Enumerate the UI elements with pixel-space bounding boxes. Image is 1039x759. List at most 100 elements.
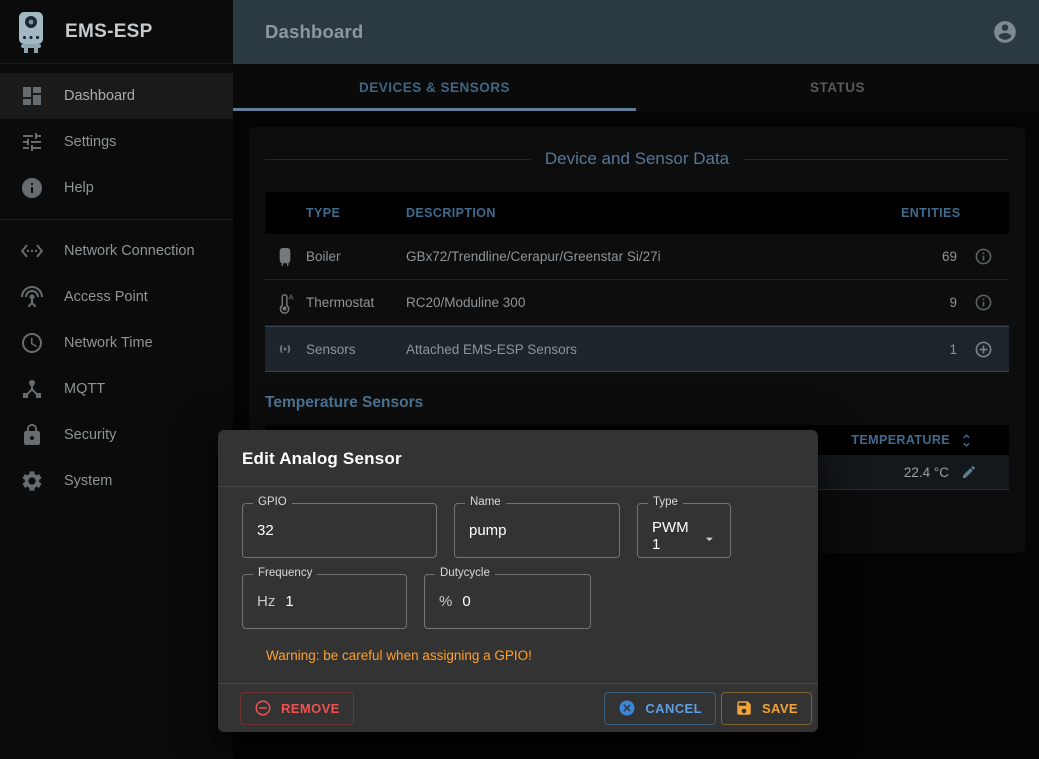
name-field[interactable]: Name pump xyxy=(454,503,620,558)
sidebar-item-system[interactable]: System xyxy=(0,458,233,504)
app-brand: EMS-ESP xyxy=(65,21,153,43)
field-row-2: Frequency Hz 1 Dutycycle % 0 xyxy=(242,574,794,629)
sidebar-item-label: Network Time xyxy=(64,335,153,351)
remove-button-label: REMOVE xyxy=(281,701,340,716)
edit-icon[interactable] xyxy=(961,464,977,480)
sidebar-item-label: Network Connection xyxy=(64,243,195,259)
dutycycle-value: 0 xyxy=(462,593,470,610)
dialog-content: GPIO 32 Name pump Type PWM 1 Frequency H… xyxy=(218,503,818,663)
legend-line xyxy=(265,159,531,160)
section-legend: Device and Sensor Data xyxy=(265,147,1009,171)
sidebar-item-label: System xyxy=(64,473,112,489)
dutycycle-unit: % xyxy=(439,593,452,610)
cancel-button-label: CANCEL xyxy=(645,701,702,716)
clock-icon xyxy=(20,331,44,355)
frequency-field[interactable]: Frequency Hz 1 xyxy=(242,574,407,629)
account-icon[interactable] xyxy=(992,19,1018,45)
sidebar: EMS-ESP Dashboard Settings Help Network … xyxy=(0,0,233,759)
chevron-down-icon xyxy=(701,529,718,549)
gpio-label: GPIO xyxy=(253,496,292,508)
mqtt-icon xyxy=(20,377,44,401)
frequency-label: Frequency xyxy=(253,567,317,579)
name-value: pump xyxy=(469,522,507,539)
device-type: Thermostat xyxy=(306,295,406,310)
sidebar-item-security[interactable]: Security xyxy=(0,412,233,458)
gpio-field[interactable]: GPIO 32 xyxy=(242,503,437,558)
info-icon[interactable] xyxy=(974,293,993,312)
sidebar-item-help[interactable]: Help xyxy=(0,165,233,211)
dialog-title: Edit Analog Sensor xyxy=(218,430,818,487)
topbar: Dashboard xyxy=(233,0,1039,64)
sidebar-header: EMS-ESP xyxy=(0,0,233,64)
boiler-icon xyxy=(274,246,296,268)
col-header-temperature: TEMPERATURE xyxy=(851,433,950,447)
sort-icon[interactable] xyxy=(958,432,975,449)
save-icon xyxy=(735,699,753,717)
sidebar-item-label: Access Point xyxy=(64,289,148,305)
tab-bar: DEVICES & SENSORS STATUS xyxy=(233,64,1039,111)
sidebar-item-settings[interactable]: Settings xyxy=(0,119,233,165)
save-button[interactable]: SAVE xyxy=(721,692,812,725)
frequency-value: 1 xyxy=(285,593,293,610)
gear-icon xyxy=(20,469,44,493)
type-select[interactable]: Type PWM 1 xyxy=(637,503,731,558)
tab-status[interactable]: STATUS xyxy=(636,64,1039,111)
temperature-value: 22.4 °C xyxy=(904,465,949,480)
sidebar-divider xyxy=(0,219,233,220)
sidebar-item-label: Help xyxy=(64,180,94,196)
sensors-icon xyxy=(274,338,296,360)
sidebar-nav: Dashboard Settings Help Network Connecti… xyxy=(0,64,233,504)
remove-button[interactable]: REMOVE xyxy=(240,692,354,725)
gpio-value: 32 xyxy=(257,522,274,539)
frequency-unit: Hz xyxy=(257,593,275,610)
type-value: PWM 1 xyxy=(652,519,693,553)
cancel-icon xyxy=(618,699,636,717)
device-table-header: TYPE DESCRIPTION ENTITIES xyxy=(265,192,1009,234)
tab-label: DEVICES & SENSORS xyxy=(359,80,510,95)
settings-icon xyxy=(20,130,44,154)
sidebar-item-label: Settings xyxy=(64,134,116,150)
section-title: Device and Sensor Data xyxy=(545,149,729,169)
dutycycle-field[interactable]: Dutycycle % 0 xyxy=(424,574,591,629)
device-entities: 9 xyxy=(901,295,957,310)
table-row-sensors[interactable]: Sensors Attached EMS-ESP Sensors 1 xyxy=(265,326,1009,372)
table-row-boiler[interactable]: Boiler GBx72/Trendline/Cerapur/Greenstar… xyxy=(265,234,1009,280)
temperature-sensors-heading: Temperature Sensors xyxy=(265,394,1009,412)
lock-icon xyxy=(20,423,44,447)
page-title: Dashboard xyxy=(265,21,992,43)
col-header-entities: ENTITIES xyxy=(901,206,957,220)
dialog-actions-right: CANCEL SAVE xyxy=(599,692,812,725)
device-description: Attached EMS-ESP Sensors xyxy=(406,342,901,357)
sidebar-item-mqtt[interactable]: MQTT xyxy=(0,366,233,412)
tab-devices-sensors[interactable]: DEVICES & SENSORS xyxy=(233,64,636,111)
col-header-type: TYPE xyxy=(306,206,406,220)
device-description: GBx72/Trendline/Cerapur/Greenstar Si/27i xyxy=(406,249,901,264)
network-icon xyxy=(20,239,44,263)
dutycycle-label: Dutycycle xyxy=(435,567,495,579)
device-type: Boiler xyxy=(306,249,406,264)
info-icon[interactable] xyxy=(974,247,993,266)
table-row-thermostat[interactable]: A Thermostat RC20/Moduline 300 9 xyxy=(265,280,1009,326)
device-type: Sensors xyxy=(306,342,406,357)
tab-label: STATUS xyxy=(810,80,865,95)
sidebar-item-dashboard[interactable]: Dashboard xyxy=(0,73,233,119)
device-entities: 1 xyxy=(901,342,957,357)
sidebar-item-label: MQTT xyxy=(64,381,105,397)
device-table: TYPE DESCRIPTION ENTITIES Boiler GBx72/T… xyxy=(265,192,1009,372)
sidebar-item-network-time[interactable]: Network Time xyxy=(0,320,233,366)
sidebar-item-network-connection[interactable]: Network Connection xyxy=(0,228,233,274)
add-circle-icon[interactable] xyxy=(974,340,993,359)
legend-line xyxy=(743,159,1009,160)
col-header-description: DESCRIPTION xyxy=(406,206,901,220)
thermostat-icon: A xyxy=(274,292,296,314)
type-label: Type xyxy=(648,496,683,508)
sidebar-item-access-point[interactable]: Access Point xyxy=(0,274,233,320)
sidebar-item-label: Security xyxy=(64,427,116,443)
svg-text:A: A xyxy=(289,292,294,301)
gpio-warning-text: Warning: be careful when assigning a GPI… xyxy=(266,648,770,663)
help-icon xyxy=(20,176,44,200)
cancel-button[interactable]: CANCEL xyxy=(604,692,716,725)
ems-esp-logo-icon xyxy=(15,10,47,54)
access-point-icon xyxy=(20,285,44,309)
device-description: RC20/Moduline 300 xyxy=(406,295,901,310)
